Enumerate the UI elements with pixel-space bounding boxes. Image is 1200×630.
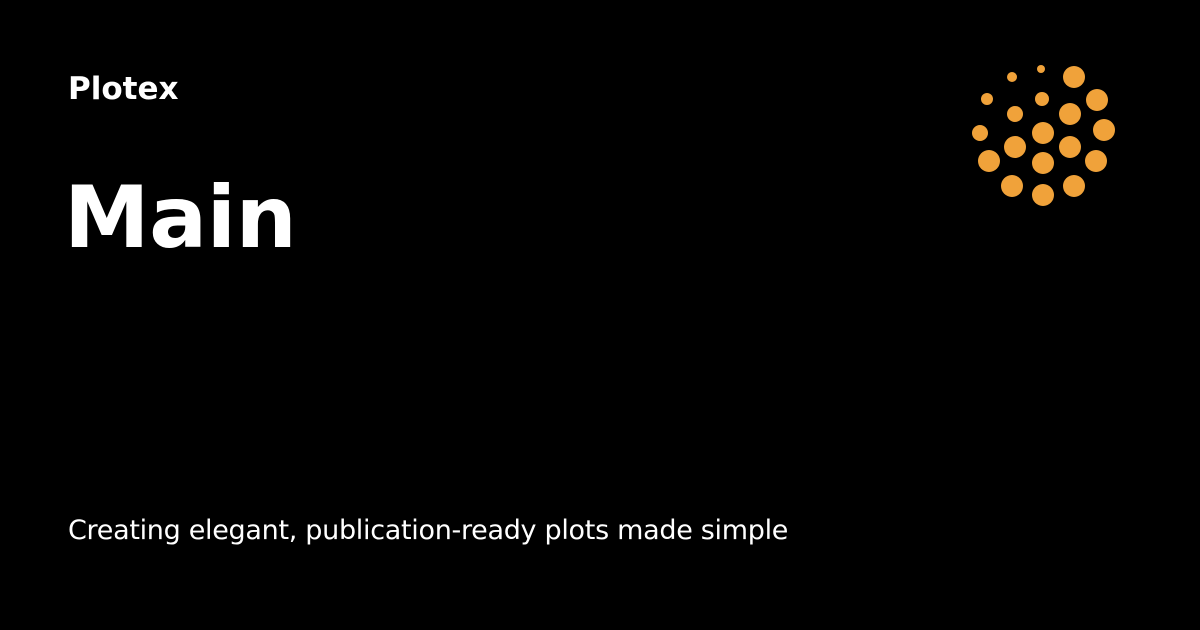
logo-dot: [1037, 65, 1045, 73]
logo-dot: [972, 125, 988, 141]
logo-dot: [1035, 92, 1049, 106]
tagline: Creating elegant, publication-ready plot…: [68, 515, 789, 546]
logo-dot: [1004, 136, 1026, 158]
logo-dot: [1063, 66, 1085, 88]
logo-dot: [1007, 106, 1023, 122]
logo-dot: [1086, 89, 1108, 111]
logo-dot: [981, 93, 993, 105]
page-title: Main: [64, 168, 297, 268]
brand-name: Plotex: [68, 71, 179, 107]
social-card: Plotex Main Creating elegant, publicatio…: [0, 0, 1200, 630]
dot-sunburst-icon: [972, 65, 1115, 206]
logo-dot: [1059, 103, 1081, 125]
logo-dot: [1032, 122, 1054, 144]
logo-dot: [1007, 72, 1017, 82]
logo-dot: [1085, 150, 1107, 172]
logo-dot: [1093, 119, 1115, 141]
logo-dot: [1063, 175, 1085, 197]
logo-dot: [1032, 184, 1054, 206]
logo-dot: [1059, 136, 1081, 158]
logo-dot: [1001, 175, 1023, 197]
logo-dot: [1032, 152, 1054, 174]
logo-dot: [978, 150, 1000, 172]
